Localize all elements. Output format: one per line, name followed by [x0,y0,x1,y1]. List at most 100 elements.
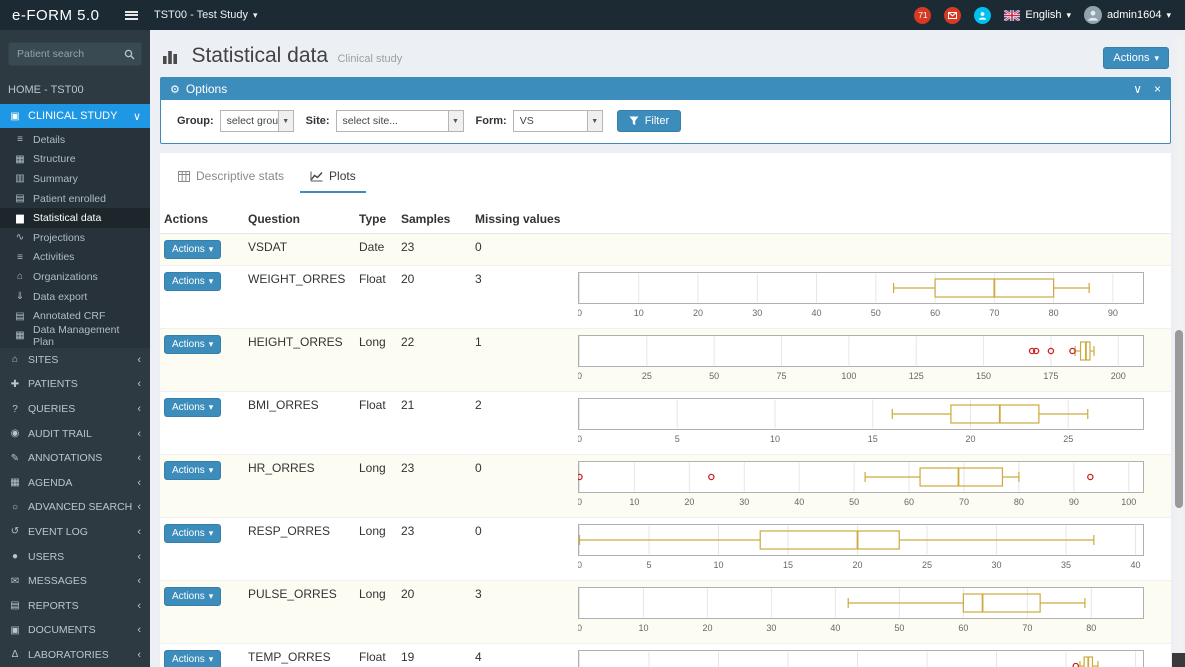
page-subtitle: Clinical study [337,53,403,65]
dropdown-arrow-icon: ▼ [277,111,293,131]
sidebar-item-annotations[interactable]: ✎ ANNOTATIONS ‹ [0,446,150,471]
sidebar-item-statistical-data[interactable]: ▆ Statistical data [0,208,150,228]
row-actions-button[interactable]: Actions ▾ [164,398,222,417]
sidebar-item-home[interactable]: HOME - TST00 [0,76,150,104]
sidebar-item-label: Projections [33,231,85,244]
sidebar-item-queries[interactable]: ? QUERIES ‹ [0,397,150,422]
brand-logo[interactable]: e-FORM 5.0 [0,7,118,24]
boxplot: 0510152025303540 [578,650,1144,667]
main-content: Statistical data Clinical study Actions … [150,30,1185,667]
tab-plots[interactable]: Plots [300,164,366,193]
site-select[interactable]: select site... ▼ [335,110,464,132]
summary-icon: ▥ [15,173,25,185]
messages-button[interactable] [944,6,962,24]
sidebar-menu: HOME - TST00 ▣ CLINICAL STUDY ∨ ≡ Details ▦ Str… [0,76,150,667]
actions-cell: Actions ▾ [160,265,244,329]
group-select[interactable]: select group... ▼ [219,110,294,132]
sidebar-item-laboratories[interactable]: Δ LABORATORIES ‹ [0,643,150,667]
scrollbar-thumb[interactable] [1175,330,1183,508]
sidebar-item-label: DOCUMENTS [28,624,96,637]
page-title: Statistical data [191,44,329,67]
sidebar-item-documents[interactable]: ▣ DOCUMENTS ‹ [0,618,150,643]
samples-cell: 21 [397,391,471,455]
svg-text:5: 5 [646,560,651,570]
scroll-corner [1172,653,1185,667]
row-actions-button[interactable]: Actions ▾ [164,240,222,259]
study-selector-label: TST00 - Test Study [154,9,248,21]
row-actions-button[interactable]: Actions ▾ [164,650,222,667]
event-log-icon: ↺ [10,526,20,538]
user-menu[interactable]: admin1604 ▾ [1084,6,1171,24]
sidebar-item-sites[interactable]: ⌂ SITES ‹ [0,348,150,373]
chevron-left-icon: ‹ [137,403,141,416]
patient-search-input[interactable] [8,42,118,66]
sidebar-item-patient-enrolled[interactable]: ▤ Patient enrolled [0,189,150,209]
chevron-down-icon: ▾ [208,591,214,601]
row-actions-button[interactable]: Actions ▾ [164,272,222,291]
row-actions-button[interactable]: Actions ▾ [164,461,222,480]
activities-icon: ≡ [17,251,23,263]
sidebar-item-advanced-search[interactable]: ○ ADVANCED SEARCH ‹ [0,495,150,520]
tab-label: Plots [329,169,356,183]
search-icon [124,49,135,59]
form-select[interactable]: VS ▼ [512,110,603,132]
tab-label: Descriptive stats [196,169,285,183]
laboratories-icon: Δ [11,649,19,661]
svg-text:5: 5 [675,434,680,444]
site-label: Site: [305,115,330,127]
chevron-left-icon: ‹ [137,501,141,514]
row-actions-button[interactable]: Actions ▾ [164,587,222,606]
sidebar-item-label: LABORATORIES [28,648,109,661]
sidebar-item-clinical-study[interactable]: ▣ CLINICAL STUDY ∨ [0,104,150,128]
svg-text:0: 0 [578,434,582,444]
messages-icon: ✉ [10,575,20,587]
actions-cell: Actions ▾ [160,328,244,392]
sidebar-item-summary[interactable]: ▥ Summary [0,169,150,189]
sidebar-item-messages[interactable]: ✉ MESSAGES ‹ [0,569,150,594]
sidebar-item-data-export[interactable]: ⇓ Data export [0,287,150,307]
column-header-plot [574,206,1171,234]
sidebar-item-reports[interactable]: ▤ REPORTS ‹ [0,593,150,618]
online-users-button[interactable] [974,6,992,24]
sidebar-item-users[interactable]: ● USERS ‹ [0,544,150,569]
page-actions-button[interactable]: Actions ▾ [1103,47,1169,69]
svg-text:10: 10 [629,497,639,507]
sidebar-item-audit-trail[interactable]: ◉ AUDIT TRAIL ‹ [0,421,150,446]
sidebar-item-structure[interactable]: ▦ Structure [0,150,150,170]
row-actions-button[interactable]: Actions ▾ [164,524,222,543]
sidebar-item-agenda[interactable]: ▦ AGENDA ‹ [0,471,150,496]
sidebar-toggle-button[interactable] [118,0,144,30]
sidebar-item-details[interactable]: ≡ Details [0,130,150,150]
row-actions-button[interactable]: Actions ▾ [164,335,222,354]
sidebar-item-data-management-plan[interactable]: ▦ Data Management Plan [0,324,150,348]
study-selector[interactable]: TST00 - Test Study ▾ [154,9,257,21]
sidebar-item-patients[interactable]: ✚ PATIENTS ‹ [0,372,150,397]
sidebar-item-label: MESSAGES [28,575,87,588]
tab-descriptive-stats[interactable]: Descriptive stats [168,164,294,193]
missing-values-cell: 1 [471,328,574,392]
sidebar-item-label: Activities [33,251,75,264]
row-actions-label: Actions [172,402,205,413]
missing-values-cell: 3 [471,265,574,329]
close-icon[interactable]: × [1154,83,1161,95]
sidebar-item-label: EVENT LOG [28,525,88,538]
svg-text:70: 70 [959,497,969,507]
sidebar-item-activities[interactable]: ≡ Activities [0,248,150,268]
language-selector[interactable]: English ▾ [1004,9,1071,21]
question-cell: TEMP_ORRES [244,643,355,667]
sidebar-item-organizations[interactable]: ⌂ Organizations [0,267,150,287]
collapse-icon[interactable]: ∨ [1133,83,1142,95]
scrollbar[interactable] [1175,36,1183,665]
svg-text:0: 0 [578,308,582,318]
svg-text:25: 25 [922,560,932,570]
svg-text:175: 175 [1043,371,1058,381]
line-chart-icon [310,171,323,181]
search-button[interactable] [118,42,142,66]
samples-cell: 23 [397,233,471,266]
svg-text:10: 10 [770,434,780,444]
notifications-button[interactable]: 71 [914,6,932,24]
sidebar-item-event-log[interactable]: ↺ EVENT LOG ‹ [0,520,150,545]
filter-button[interactable]: Filter [616,110,682,132]
svg-text:70: 70 [989,308,999,318]
sidebar-item-projections[interactable]: ∿ Projections [0,228,150,248]
